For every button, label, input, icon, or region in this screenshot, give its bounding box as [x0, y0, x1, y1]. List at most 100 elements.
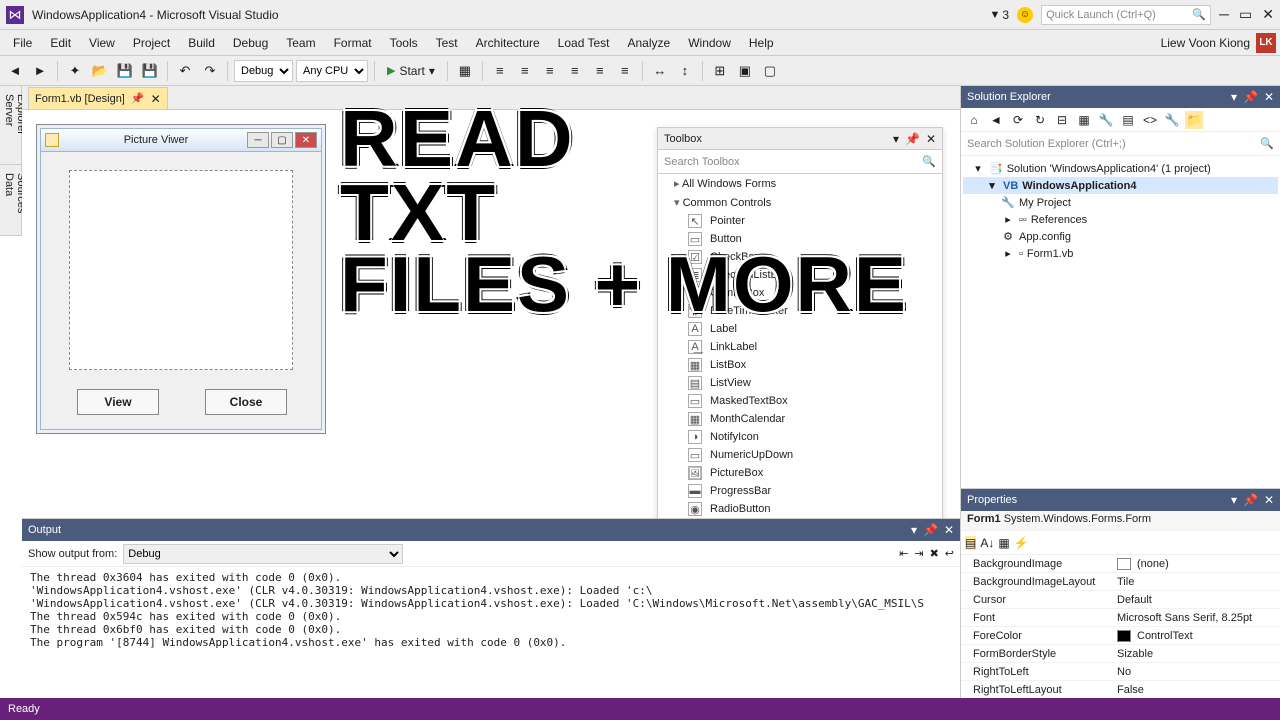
toolbox-search-input[interactable]: Search Toolbox	[658, 150, 942, 174]
user-avatar[interactable]: LK	[1256, 33, 1276, 53]
toolbox-item-numericupdown[interactable]: ▭NumericUpDown	[658, 446, 942, 464]
toolbox-item-maskedtextbox[interactable]: ▭MaskedTextBox	[658, 392, 942, 410]
toolbox-group-common[interactable]: Common Controls	[658, 193, 942, 212]
prop-forecolor[interactable]: ForeColorControlText	[961, 627, 1280, 645]
menu-project[interactable]: Project	[124, 32, 179, 54]
undo-icon[interactable]: ↶	[174, 60, 196, 82]
align-top-icon[interactable]: ≡	[564, 60, 586, 82]
menu-load-test[interactable]: Load Test	[549, 32, 619, 54]
se-preview-icon[interactable]: ▤	[1119, 111, 1137, 129]
align-middle-icon[interactable]: ≡	[589, 60, 611, 82]
new-project-icon[interactable]: ✦	[64, 60, 86, 82]
toolbox-item-combobox[interactable]: ▾ComboBox	[658, 284, 942, 302]
output-prev-icon[interactable]: ⇥	[914, 547, 923, 560]
hspace-icon[interactable]: ↔	[649, 60, 671, 82]
prop-formborderstyle[interactable]: FormBorderStyleSizable	[961, 645, 1280, 663]
se-home-icon[interactable]: ⌂	[965, 111, 983, 129]
toolbox-dropdown-icon[interactable]: ▾	[893, 132, 899, 146]
menu-view[interactable]: View	[80, 32, 124, 54]
send-back-icon[interactable]: ▢	[759, 60, 781, 82]
prop-backgroundimage[interactable]: BackgroundImage(none)	[961, 555, 1280, 573]
menu-tools[interactable]: Tools	[381, 32, 427, 54]
nav-fwd-icon[interactable]: ►	[29, 60, 51, 82]
output-source-select[interactable]: Debug	[123, 544, 403, 564]
toolbox-item-pointer[interactable]: ↖Pointer	[658, 212, 942, 230]
props-pages-icon[interactable]: ▦	[998, 536, 1009, 550]
toolbox-item-checkedlistbox[interactable]: ≣CheckedListBox	[658, 266, 942, 284]
nav-back-icon[interactable]: ◄	[4, 60, 26, 82]
toolbox-item-button[interactable]: ▭Button	[658, 230, 942, 248]
user-name-label[interactable]: Liew Voon Kiong	[1161, 36, 1250, 50]
output-pin-icon[interactable]: 📌	[923, 523, 938, 537]
toolbox-pin-icon[interactable]: 📌	[905, 132, 920, 146]
toolbox-item-checkbox[interactable]: ☑CheckBox	[658, 248, 942, 266]
solution-node[interactable]: ▾📑 Solution 'WindowsApplication4' (1 pro…	[963, 160, 1278, 177]
view-button[interactable]: View	[77, 389, 159, 415]
close-form-button[interactable]: Close	[205, 389, 287, 415]
menu-team[interactable]: Team	[277, 32, 324, 54]
align-right-icon[interactable]: ≡	[539, 60, 561, 82]
redo-icon[interactable]: ↷	[199, 60, 221, 82]
menu-window[interactable]: Window	[679, 32, 740, 54]
maximize-button[interactable]: ▭	[1239, 6, 1252, 23]
se-properties-icon[interactable]: 🔧	[1097, 111, 1115, 129]
se-folder-icon[interactable]: 📁	[1185, 111, 1203, 129]
close-tab-icon[interactable]: ✕	[151, 92, 161, 106]
menu-architecture[interactable]: Architecture	[467, 32, 549, 54]
menu-test[interactable]: Test	[427, 32, 467, 54]
toolbox-close-icon[interactable]: ✕	[926, 132, 936, 146]
output-clear-icon[interactable]: ✖	[930, 547, 939, 560]
myproject-node[interactable]: 🔧My Project	[963, 194, 1278, 211]
align-bottom-icon[interactable]: ≡	[614, 60, 636, 82]
project-node[interactable]: ▾VB WindowsApplication4	[963, 177, 1278, 194]
se-view-designer-icon[interactable]: 🔧	[1163, 111, 1181, 129]
menu-analyze[interactable]: Analyze	[619, 32, 680, 54]
pin-icon[interactable]: 📌	[131, 92, 145, 105]
minimize-button[interactable]: ─	[1219, 6, 1229, 23]
prop-cursor[interactable]: CursorDefault	[961, 591, 1280, 609]
toolbox-item-notifyicon[interactable]: ◑NotifyIcon	[658, 428, 942, 446]
toolbox-item-picturebox[interactable]: 🖼PictureBox	[658, 464, 942, 482]
quick-launch-input[interactable]: Quick Launch (Ctrl+Q)	[1041, 5, 1211, 25]
step-icon[interactable]: ▦	[454, 60, 476, 82]
start-button[interactable]: Start ▾	[381, 60, 441, 82]
se-showall-icon[interactable]: ▦	[1075, 111, 1093, 129]
bring-front-icon[interactable]: ▣	[734, 60, 756, 82]
prop-backgroundimagelayout[interactable]: BackgroundImageLayoutTile	[961, 573, 1280, 591]
toolbox-item-linklabel[interactable]: A͟LinkLabel	[658, 338, 942, 356]
prop-righttoleftlayout[interactable]: RightToLeftLayoutFalse	[961, 681, 1280, 698]
toolbox-item-listbox[interactable]: ▦ListBox	[658, 356, 942, 374]
se-view-code-icon[interactable]: <>	[1141, 111, 1159, 129]
se-collapse-icon[interactable]: ⊟	[1053, 111, 1071, 129]
prop-font[interactable]: FontMicrosoft Sans Serif, 8.25pt	[961, 609, 1280, 627]
align-left-icon[interactable]: ≡	[489, 60, 511, 82]
props-categorized-icon[interactable]: ▤	[965, 536, 976, 550]
open-file-icon[interactable]: 📂	[89, 60, 111, 82]
menu-help[interactable]: Help	[740, 32, 783, 54]
picturebox-control[interactable]	[69, 170, 293, 370]
se-sync-icon[interactable]: ⟳	[1009, 111, 1027, 129]
props-dropdown-icon[interactable]: ▾	[1231, 493, 1237, 507]
properties-object[interactable]: Form1 Form1 System.Windows.Forms.FormSys…	[961, 511, 1280, 531]
menu-build[interactable]: Build	[179, 32, 224, 54]
props-close-icon[interactable]: ✕	[1264, 493, 1274, 507]
output-find-icon[interactable]: ⇤	[899, 547, 908, 560]
se-close-icon[interactable]: ✕	[1264, 90, 1274, 104]
toolbox-item-listview[interactable]: ▤ListView	[658, 374, 942, 392]
close-button[interactable]: ✕	[1262, 6, 1274, 23]
props-pin-icon[interactable]: 📌	[1243, 493, 1258, 507]
config-select[interactable]: Debug	[234, 60, 293, 82]
vspace-icon[interactable]: ↕	[674, 60, 696, 82]
form-designer[interactable]: Picture Viwer ─ ▢ ✕ View Close	[36, 124, 326, 434]
menu-debug[interactable]: Debug	[224, 32, 277, 54]
server-explorer-tab[interactable]: Server Explorer	[0, 86, 21, 165]
toolbox-group-all[interactable]: All Windows Forms	[658, 174, 942, 193]
props-alpha-icon[interactable]: A↓	[980, 536, 994, 550]
toolbox-item-monthcalendar[interactable]: ▦MonthCalendar	[658, 410, 942, 428]
notifications-flag[interactable]: 3	[990, 8, 1010, 22]
active-document-tab[interactable]: Form1.vb [Design] 📌 ✕	[28, 87, 168, 109]
toolbox-item-progressbar[interactable]: ▬ProgressBar	[658, 482, 942, 500]
se-back-icon[interactable]: ◄	[987, 111, 1005, 129]
toolbox-item-label[interactable]: ALabel	[658, 320, 942, 338]
se-dropdown-icon[interactable]: ▾	[1231, 90, 1237, 104]
